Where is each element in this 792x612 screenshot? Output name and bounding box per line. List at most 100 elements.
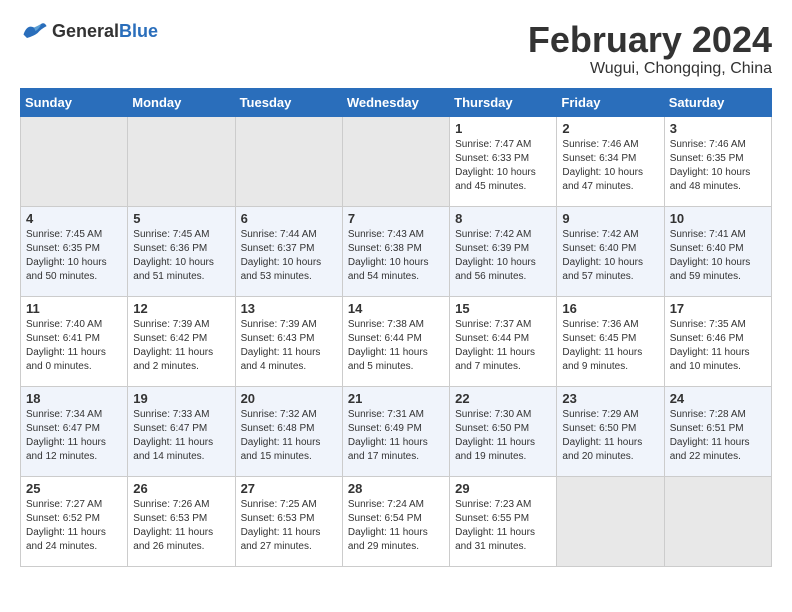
day-number: 20 (241, 391, 337, 406)
day-info: Sunrise: 7:47 AM Sunset: 6:33 PM Dayligh… (455, 138, 551, 194)
day-info: Sunrise: 7:42 AM Sunset: 6:39 PM Dayligh… (455, 228, 551, 284)
day-number: 11 (26, 301, 122, 316)
page-header: GeneralBlue February 2024 Wugui, Chongqi… (20, 20, 772, 78)
day-number: 14 (348, 301, 444, 316)
day-number: 24 (670, 391, 766, 406)
day-number: 28 (348, 481, 444, 496)
calendar-cell: 28 Sunrise: 7:24 AM Sunset: 6:54 PM Dayli… (342, 476, 449, 566)
day-number: 16 (562, 301, 658, 316)
calendar-cell: 6 Sunrise: 7:44 AM Sunset: 6:37 PM Daylig… (235, 206, 342, 296)
calendar-cell: 12 Sunrise: 7:39 AM Sunset: 6:42 PM Dayli… (128, 296, 235, 386)
calendar-cell (557, 476, 664, 566)
day-number: 17 (670, 301, 766, 316)
day-info: Sunrise: 7:37 AM Sunset: 6:44 PM Dayligh… (455, 318, 551, 374)
calendar-cell: 26 Sunrise: 7:26 AM Sunset: 6:53 PM Dayli… (128, 476, 235, 566)
day-of-week-header: Sunday (21, 88, 128, 116)
calendar-cell: 17 Sunrise: 7:35 AM Sunset: 6:46 PM Dayli… (664, 296, 771, 386)
day-number: 1 (455, 121, 551, 136)
header-row: SundayMondayTuesdayWednesdayThursdayFrid… (21, 88, 772, 116)
day-info: Sunrise: 7:27 AM Sunset: 6:52 PM Dayligh… (26, 498, 122, 554)
logo-bird-icon (20, 20, 48, 42)
day-number: 29 (455, 481, 551, 496)
day-info: Sunrise: 7:29 AM Sunset: 6:50 PM Dayligh… (562, 408, 658, 464)
day-info: Sunrise: 7:34 AM Sunset: 6:47 PM Dayligh… (26, 408, 122, 464)
day-info: Sunrise: 7:25 AM Sunset: 6:53 PM Dayligh… (241, 498, 337, 554)
calendar-cell: 23 Sunrise: 7:29 AM Sunset: 6:50 PM Dayli… (557, 386, 664, 476)
day-info: Sunrise: 7:26 AM Sunset: 6:53 PM Dayligh… (133, 498, 229, 554)
day-info: Sunrise: 7:32 AM Sunset: 6:48 PM Dayligh… (241, 408, 337, 464)
calendar-cell: 14 Sunrise: 7:38 AM Sunset: 6:44 PM Dayli… (342, 296, 449, 386)
calendar-cell: 4 Sunrise: 7:45 AM Sunset: 6:35 PM Daylig… (21, 206, 128, 296)
day-info: Sunrise: 7:31 AM Sunset: 6:49 PM Dayligh… (348, 408, 444, 464)
calendar-cell: 27 Sunrise: 7:25 AM Sunset: 6:53 PM Dayli… (235, 476, 342, 566)
day-info: Sunrise: 7:40 AM Sunset: 6:41 PM Dayligh… (26, 318, 122, 374)
day-info: Sunrise: 7:42 AM Sunset: 6:40 PM Dayligh… (562, 228, 658, 284)
calendar-body: 1 Sunrise: 7:47 AM Sunset: 6:33 PM Daylig… (21, 116, 772, 566)
day-number: 10 (670, 211, 766, 226)
calendar-cell: 20 Sunrise: 7:32 AM Sunset: 6:48 PM Dayli… (235, 386, 342, 476)
calendar-cell: 25 Sunrise: 7:27 AM Sunset: 6:52 PM Dayli… (21, 476, 128, 566)
day-number: 15 (455, 301, 551, 316)
day-info: Sunrise: 7:23 AM Sunset: 6:55 PM Dayligh… (455, 498, 551, 554)
calendar-cell (664, 476, 771, 566)
day-info: Sunrise: 7:38 AM Sunset: 6:44 PM Dayligh… (348, 318, 444, 374)
day-number: 25 (26, 481, 122, 496)
day-number: 22 (455, 391, 551, 406)
day-info: Sunrise: 7:35 AM Sunset: 6:46 PM Dayligh… (670, 318, 766, 374)
day-number: 2 (562, 121, 658, 136)
day-number: 26 (133, 481, 229, 496)
day-number: 23 (562, 391, 658, 406)
day-number: 12 (133, 301, 229, 316)
day-number: 13 (241, 301, 337, 316)
calendar-cell (342, 116, 449, 206)
calendar-week-row: 11 Sunrise: 7:40 AM Sunset: 6:41 PM Dayli… (21, 296, 772, 386)
day-number: 4 (26, 211, 122, 226)
day-info: Sunrise: 7:33 AM Sunset: 6:47 PM Dayligh… (133, 408, 229, 464)
day-info: Sunrise: 7:24 AM Sunset: 6:54 PM Dayligh… (348, 498, 444, 554)
day-info: Sunrise: 7:45 AM Sunset: 6:36 PM Dayligh… (133, 228, 229, 284)
day-number: 21 (348, 391, 444, 406)
day-info: Sunrise: 7:41 AM Sunset: 6:40 PM Dayligh… (670, 228, 766, 284)
calendar-cell: 5Sunrise: 7:45 AM Sunset: 6:36 PM Daylig… (128, 206, 235, 296)
day-info: Sunrise: 7:28 AM Sunset: 6:51 PM Dayligh… (670, 408, 766, 464)
month-year-title: February 2024 (528, 20, 772, 60)
logo-general-text: General (52, 21, 119, 41)
day-of-week-header: Saturday (664, 88, 771, 116)
day-info: Sunrise: 7:44 AM Sunset: 6:37 PM Dayligh… (241, 228, 337, 284)
day-of-week-header: Tuesday (235, 88, 342, 116)
day-info: Sunrise: 7:39 AM Sunset: 6:43 PM Dayligh… (241, 318, 337, 374)
day-number: 19 (133, 391, 229, 406)
calendar-cell (21, 116, 128, 206)
day-number: 18 (26, 391, 122, 406)
day-number: 8 (455, 211, 551, 226)
calendar-cell: 24 Sunrise: 7:28 AM Sunset: 6:51 PM Dayli… (664, 386, 771, 476)
calendar-cell: 8 Sunrise: 7:42 AM Sunset: 6:39 PM Daylig… (450, 206, 557, 296)
calendar-cell: 21 Sunrise: 7:31 AM Sunset: 6:49 PM Dayli… (342, 386, 449, 476)
title-area: February 2024 Wugui, Chongqing, China (528, 20, 772, 78)
calendar-cell: 11 Sunrise: 7:40 AM Sunset: 6:41 PM Dayli… (21, 296, 128, 386)
calendar-cell: 10 Sunrise: 7:41 AM Sunset: 6:40 PM Dayli… (664, 206, 771, 296)
calendar-cell: 1 Sunrise: 7:47 AM Sunset: 6:33 PM Daylig… (450, 116, 557, 206)
calendar-week-row: 25 Sunrise: 7:27 AM Sunset: 6:52 PM Dayli… (21, 476, 772, 566)
logo: GeneralBlue (20, 20, 158, 42)
day-info: Sunrise: 7:39 AM Sunset: 6:42 PM Dayligh… (133, 318, 229, 374)
day-info: Sunrise: 7:46 AM Sunset: 6:34 PM Dayligh… (562, 138, 658, 194)
day-number: 3 (670, 121, 766, 136)
calendar-cell: 15 Sunrise: 7:37 AM Sunset: 6:44 PM Dayli… (450, 296, 557, 386)
calendar-cell: 3Sunrise: 7:46 AM Sunset: 6:35 PM Daylig… (664, 116, 771, 206)
calendar-cell (128, 116, 235, 206)
day-of-week-header: Thursday (450, 88, 557, 116)
calendar-cell: 2 Sunrise: 7:46 AM Sunset: 6:34 PM Daylig… (557, 116, 664, 206)
day-of-week-header: Wednesday (342, 88, 449, 116)
day-number: 27 (241, 481, 337, 496)
location-subtitle: Wugui, Chongqing, China (528, 60, 772, 78)
calendar-header: SundayMondayTuesdayWednesdayThursdayFrid… (21, 88, 772, 116)
calendar-cell: 18 Sunrise: 7:34 AM Sunset: 6:47 PM Dayli… (21, 386, 128, 476)
calendar-cell: 29 Sunrise: 7:23 AM Sunset: 6:55 PM Dayli… (450, 476, 557, 566)
day-info: Sunrise: 7:36 AM Sunset: 6:45 PM Dayligh… (562, 318, 658, 374)
day-number: 6 (241, 211, 337, 226)
calendar-cell: 19 Sunrise: 7:33 AM Sunset: 6:47 PM Dayli… (128, 386, 235, 476)
day-info: Sunrise: 7:45 AM Sunset: 6:35 PM Dayligh… (26, 228, 122, 284)
calendar-cell: 22Sunrise: 7:30 AM Sunset: 6:50 PM Dayli… (450, 386, 557, 476)
calendar-week-row: 4 Sunrise: 7:45 AM Sunset: 6:35 PM Daylig… (21, 206, 772, 296)
